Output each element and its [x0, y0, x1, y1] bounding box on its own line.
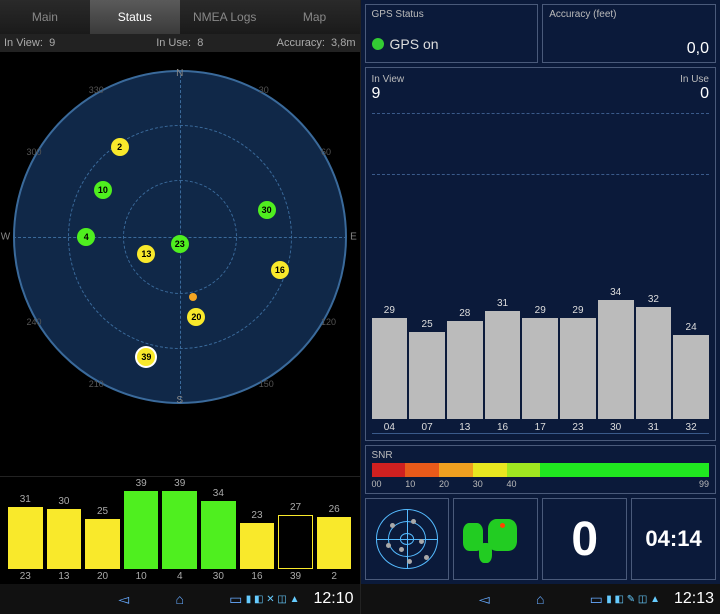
right-app: GPS Status GPS on Accuracy (feet) 0,0 In…: [361, 0, 720, 614]
snr-gradient: [372, 463, 710, 477]
bar-13: 3013: [47, 496, 82, 582]
satellite-10: 10: [94, 181, 112, 199]
satellite-4: 4: [77, 228, 95, 246]
cardinal-n: N: [176, 68, 183, 79]
bar-16: 2316: [240, 510, 275, 582]
tab-status[interactable]: Status: [90, 0, 180, 34]
gps-status-pane[interactable]: GPS Status GPS on: [365, 4, 539, 63]
speed-pane[interactable]: 0: [542, 498, 627, 580]
location-marker-icon: [500, 523, 505, 528]
big-zero: 0: [571, 512, 598, 567]
in-view-value: 9: [49, 37, 55, 49]
inuse-num: 0: [700, 85, 709, 102]
satellite-30: 30: [258, 201, 276, 219]
snr-bars: 3123301325203910394343023162739262: [0, 476, 360, 584]
inuse-label: In Use: [680, 74, 709, 85]
signal-bar-13: 2813: [447, 308, 483, 433]
cardinal-e: E: [350, 232, 357, 243]
clock-right: 12:13: [674, 590, 714, 608]
in-view-label: In View:: [4, 37, 43, 49]
bar-39: 2739: [278, 502, 313, 582]
in-use-value: 8: [197, 37, 203, 49]
gps-status-text: GPS on: [390, 36, 439, 52]
satellite-16: 16: [271, 261, 289, 279]
bar-2: 262: [317, 504, 352, 582]
cardinal-w: W: [1, 232, 10, 243]
signal-bar-17: 2917: [522, 305, 558, 434]
satellite-20: 20: [187, 308, 205, 326]
signal-bar-16: 3116: [485, 298, 521, 434]
snr-title: SNR: [372, 450, 710, 461]
world-map[interactable]: [453, 498, 538, 580]
bar-10: 3910: [124, 478, 159, 582]
accuracy-big: 0,0: [549, 40, 709, 58]
bar-20: 2520: [85, 506, 120, 582]
accuracy-pane[interactable]: Accuracy (feet) 0,0: [542, 4, 716, 63]
signal-bar-23: 2923: [560, 305, 596, 434]
time-pane[interactable]: 04:14: [631, 498, 716, 580]
snr-pane: SNR 001020304099: [365, 445, 717, 494]
android-navbar-right: ◅ ⌂ ▭ ▮ ◧ ✎ ◫ ▲ 12:13: [361, 584, 720, 614]
satellite-39: 39: [137, 348, 155, 366]
accuracy-label: Accuracy:: [277, 37, 325, 49]
signal-pane[interactable]: In View9 In Use0 29042507281331162917292…: [365, 67, 717, 441]
accuracy-value: 3,8m: [331, 37, 355, 49]
signal-bar-04: 2904: [372, 305, 408, 434]
back-icon[interactable]: ◅: [470, 591, 498, 608]
signal-bar-07: 2507: [409, 319, 445, 434]
clock-left: 12:10: [313, 590, 353, 608]
home-icon[interactable]: ⌂: [166, 591, 194, 607]
inview-label: In View: [372, 74, 405, 85]
in-use-label: In Use:: [156, 37, 191, 49]
status-icons: ▮ ◧ ✎ ◫ ▲: [606, 594, 660, 605]
home-icon[interactable]: ⌂: [526, 591, 554, 607]
skyplot: N S E W 30601201502102403003302104132330…: [0, 52, 360, 422]
gps-status-title: GPS Status: [372, 9, 532, 20]
satellite-2: 2: [111, 138, 129, 156]
stats-row: In View: 9 In Use: 8 Accuracy: 3,8m: [0, 34, 360, 52]
inview-num: 9: [372, 85, 381, 102]
bar-30: 3430: [201, 488, 236, 582]
snr-ticks: 001020304099: [372, 479, 710, 489]
android-navbar-left: ◅ ⌂ ▭ ▮ ◧ ✕ ◫ ▲ 12:10: [0, 584, 360, 614]
satellite-23: 23: [171, 235, 189, 253]
bar-4: 394: [162, 478, 197, 582]
mini-skyplot[interactable]: [365, 498, 450, 580]
cardinal-s: S: [176, 395, 183, 406]
signal-bar-31: 3231: [636, 294, 672, 433]
signal-bar-30: 3430: [598, 287, 634, 433]
tab-map[interactable]: Map: [270, 0, 360, 34]
gps-on-icon: [372, 38, 384, 50]
back-icon[interactable]: ◅: [110, 591, 138, 608]
status-icons: ▮ ◧ ✕ ◫ ▲: [246, 594, 300, 605]
signal-bar-32: 2432: [673, 322, 709, 433]
left-app: Main Status NMEA Logs Map In View: 9 In …: [0, 0, 361, 614]
satellite-13: 13: [137, 245, 155, 263]
tab-bar: Main Status NMEA Logs Map: [0, 0, 360, 34]
tab-main[interactable]: Main: [0, 0, 90, 34]
elapsed-time: 04:14: [645, 526, 701, 552]
bar-23: 3123: [8, 494, 43, 582]
accuracy-title: Accuracy (feet): [549, 9, 709, 20]
tab-nmea[interactable]: NMEA Logs: [180, 0, 270, 34]
